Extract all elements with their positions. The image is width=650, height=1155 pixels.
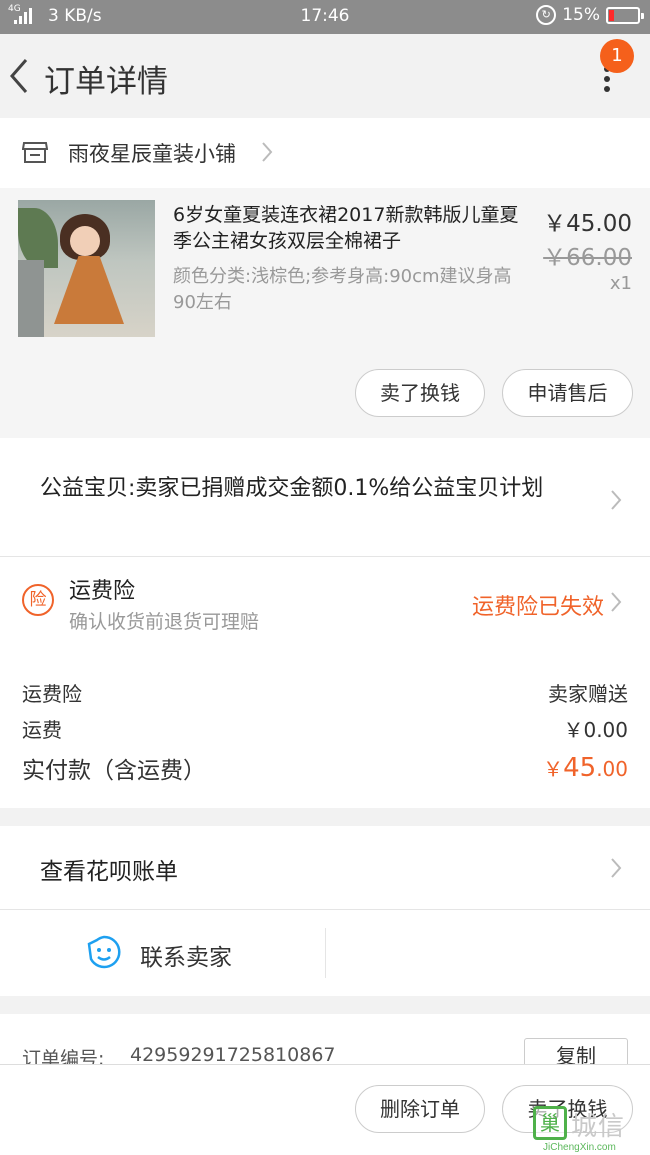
shop-row[interactable]: 雨夜星辰童装小铺 bbox=[0, 118, 650, 188]
fee-value: 卖家赠送 bbox=[548, 682, 628, 706]
back-button[interactable] bbox=[6, 56, 36, 96]
huabei-bill-label: 查看花呗账单 bbox=[40, 859, 178, 885]
insurance-icon: 险 bbox=[22, 584, 54, 616]
watermark-logo: 巢 城信 JiChengXin.com bbox=[533, 1106, 650, 1155]
chevron-right-icon bbox=[260, 140, 274, 164]
insurance-subtitle: 确认收货前退货可理赔 bbox=[69, 611, 260, 633]
page-title: 订单详情 bbox=[44, 64, 168, 100]
store-icon bbox=[22, 142, 48, 163]
after-sales-button[interactable]: 申请售后 bbox=[502, 369, 633, 417]
charity-row[interactable]: 公益宝贝:卖家已捐赠成交金额0.1%给公益宝贝计划 bbox=[0, 438, 650, 556]
status-right: ↻ 15% bbox=[536, 5, 644, 25]
order-item[interactable]: 6岁女童夏装连衣裙2017新款韩版儿童夏季公主裙女孩双层全棉裙子 颜色分类:浅棕… bbox=[0, 188, 650, 438]
resell-button[interactable]: 卖了换钱 bbox=[355, 369, 485, 417]
contact-row: 联系卖家 bbox=[0, 910, 650, 996]
paid-label: 实付款（含运费） bbox=[22, 758, 206, 784]
paid-amount: ￥45.00 bbox=[543, 753, 628, 783]
watermark-mark: 巢 bbox=[533, 1106, 567, 1140]
chevron-right-icon bbox=[609, 488, 623, 512]
charity-text: 公益宝贝:卖家已捐赠成交金额0.1%给公益宝贝计划 bbox=[40, 476, 544, 501]
notification-badge: 1 bbox=[600, 39, 634, 73]
fee-label: 运费 bbox=[22, 718, 62, 742]
chevron-right-icon bbox=[609, 590, 623, 614]
battery-icon bbox=[606, 6, 644, 24]
fee-summary: 运费险 卖家赠送 运费 ￥0.00 实付款（含运费） ￥45.00 bbox=[0, 645, 650, 808]
paid-currency: ￥ bbox=[543, 757, 564, 781]
product-original-price: ￥66.00 bbox=[543, 245, 632, 271]
watermark-url: JiChengXin.com bbox=[543, 1142, 616, 1153]
watermark-text: 城信 bbox=[571, 1112, 626, 1142]
product-title: 6岁女童夏装连衣裙2017新款韩版儿童夏季公主裙女孩双层全棉裙子 bbox=[173, 204, 519, 252]
chat-face-icon bbox=[87, 935, 121, 969]
paid-decimal: .00 bbox=[596, 757, 628, 781]
product-sku: 颜色分类:浅棕色;参考身高:90cm建议身高90左右 bbox=[173, 266, 512, 313]
shipping-insurance-row[interactable]: 险 运费险 确认收货前退货可理赔 运费险已失效 bbox=[0, 557, 650, 645]
delete-order-button[interactable]: 删除订单 bbox=[355, 1085, 485, 1133]
title-bar: 订单详情 1 bbox=[0, 34, 650, 118]
product-price: ￥45.00 bbox=[543, 211, 632, 237]
contact-seller-button[interactable]: 联系卖家 bbox=[140, 938, 232, 972]
chevron-right-icon bbox=[609, 856, 623, 880]
insurance-status: 运费险已失效 bbox=[471, 595, 604, 620]
rotation-lock-icon: ↻ bbox=[536, 5, 557, 25]
paid-integer: 45 bbox=[563, 753, 597, 783]
battery-percent: 15% bbox=[562, 5, 600, 25]
order-number: 42959291725810867 bbox=[130, 1044, 336, 1066]
fee-value: ￥0.00 bbox=[563, 718, 628, 742]
product-thumbnail[interactable] bbox=[18, 200, 155, 337]
product-quantity: x1 bbox=[609, 273, 632, 294]
insurance-title: 运费险 bbox=[69, 579, 136, 604]
fee-label: 运费险 bbox=[22, 682, 82, 706]
back-arrow-icon bbox=[10, 59, 28, 93]
huabei-bill-row[interactable]: 查看花呗账单 bbox=[0, 826, 650, 909]
shop-name: 雨夜星辰童装小铺 bbox=[68, 142, 236, 166]
status-bar: 4G 3 KB/s 17:46 ↻ 15% bbox=[0, 0, 650, 34]
